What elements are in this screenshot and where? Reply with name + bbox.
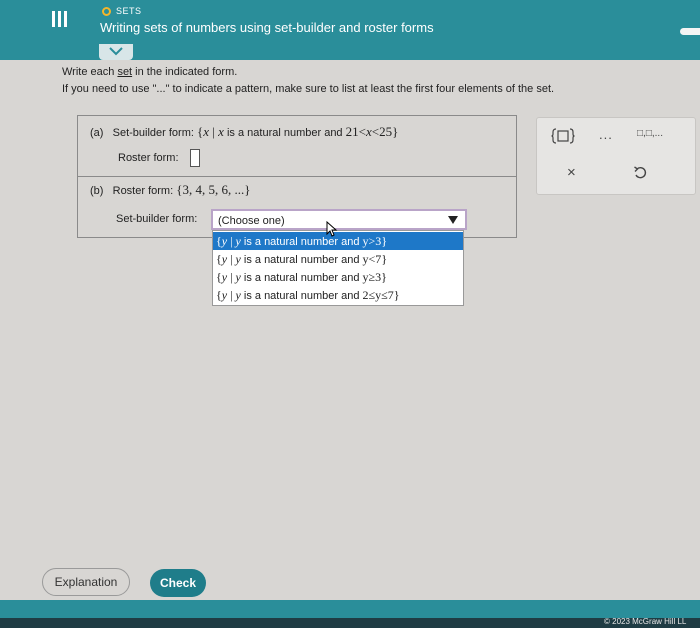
set-glossary-link[interactable]: set xyxy=(117,66,132,78)
part-a-setbuilder: (a) Set-builder form: {x | x is a natura… xyxy=(90,124,399,139)
progress-status-icon xyxy=(102,7,111,16)
option-y-ge-3[interactable]: {y | y is a natural number and y≥3} xyxy=(213,268,463,286)
clear-button[interactable]: × xyxy=(567,164,576,181)
explanation-button[interactable]: Explanation xyxy=(42,568,130,596)
topic-label: SETS xyxy=(116,6,142,16)
collapse-header-button[interactable] xyxy=(99,44,133,60)
roster-answer-input[interactable] xyxy=(190,149,200,167)
part-a: (a) Set-builder form: {x | x is a natura… xyxy=(78,116,516,177)
top-header: SETS Writing sets of numbers using set-b… xyxy=(0,0,700,44)
option-y-gt-3[interactable]: {y | y is a natural number and y>3} xyxy=(213,232,463,250)
check-button[interactable]: Check xyxy=(150,569,206,597)
mouse-cursor-icon xyxy=(326,221,338,237)
part-b-roster: (b) Roster form: {3, 4, 5, 6, ...} xyxy=(90,182,251,197)
header-pill-button[interactable] xyxy=(680,28,700,35)
undo-icon[interactable] xyxy=(633,166,647,183)
menu-icon[interactable] xyxy=(52,11,68,27)
option-y-lt-7[interactable]: {y | y is a natural number and y<7} xyxy=(213,250,463,268)
math-tools-panel: ... □,□,... × xyxy=(536,117,696,195)
set-braces-icon[interactable] xyxy=(551,128,575,144)
ellipsis-button[interactable]: ... xyxy=(599,127,613,142)
chevron-down-icon xyxy=(109,47,123,56)
part-a-roster-label: Roster form: xyxy=(118,152,179,164)
option-2-le-y-le-7[interactable]: {y | y is a natural number and 2≤y≤7} xyxy=(213,286,463,304)
copyright-text: © 2023 McGraw Hill LL xyxy=(604,617,687,626)
setbuilder-select[interactable]: (Choose one) xyxy=(211,209,467,230)
instruction-line-1: Write each set in the indicated form. xyxy=(62,66,238,78)
footer-bottom-bar xyxy=(0,618,700,628)
part-b-setbuilder-label: Set-builder form: xyxy=(116,213,198,225)
setbuilder-options-list: {y | y is a natural number and y>3} {y |… xyxy=(212,230,464,306)
dropdown-arrow-icon xyxy=(448,216,458,224)
instruction-line-2: If you need to use "..." to indicate a p… xyxy=(62,83,555,95)
lesson-title: Writing sets of numbers using set-builde… xyxy=(100,20,434,35)
list-elements-button[interactable]: □,□,... xyxy=(637,128,663,139)
